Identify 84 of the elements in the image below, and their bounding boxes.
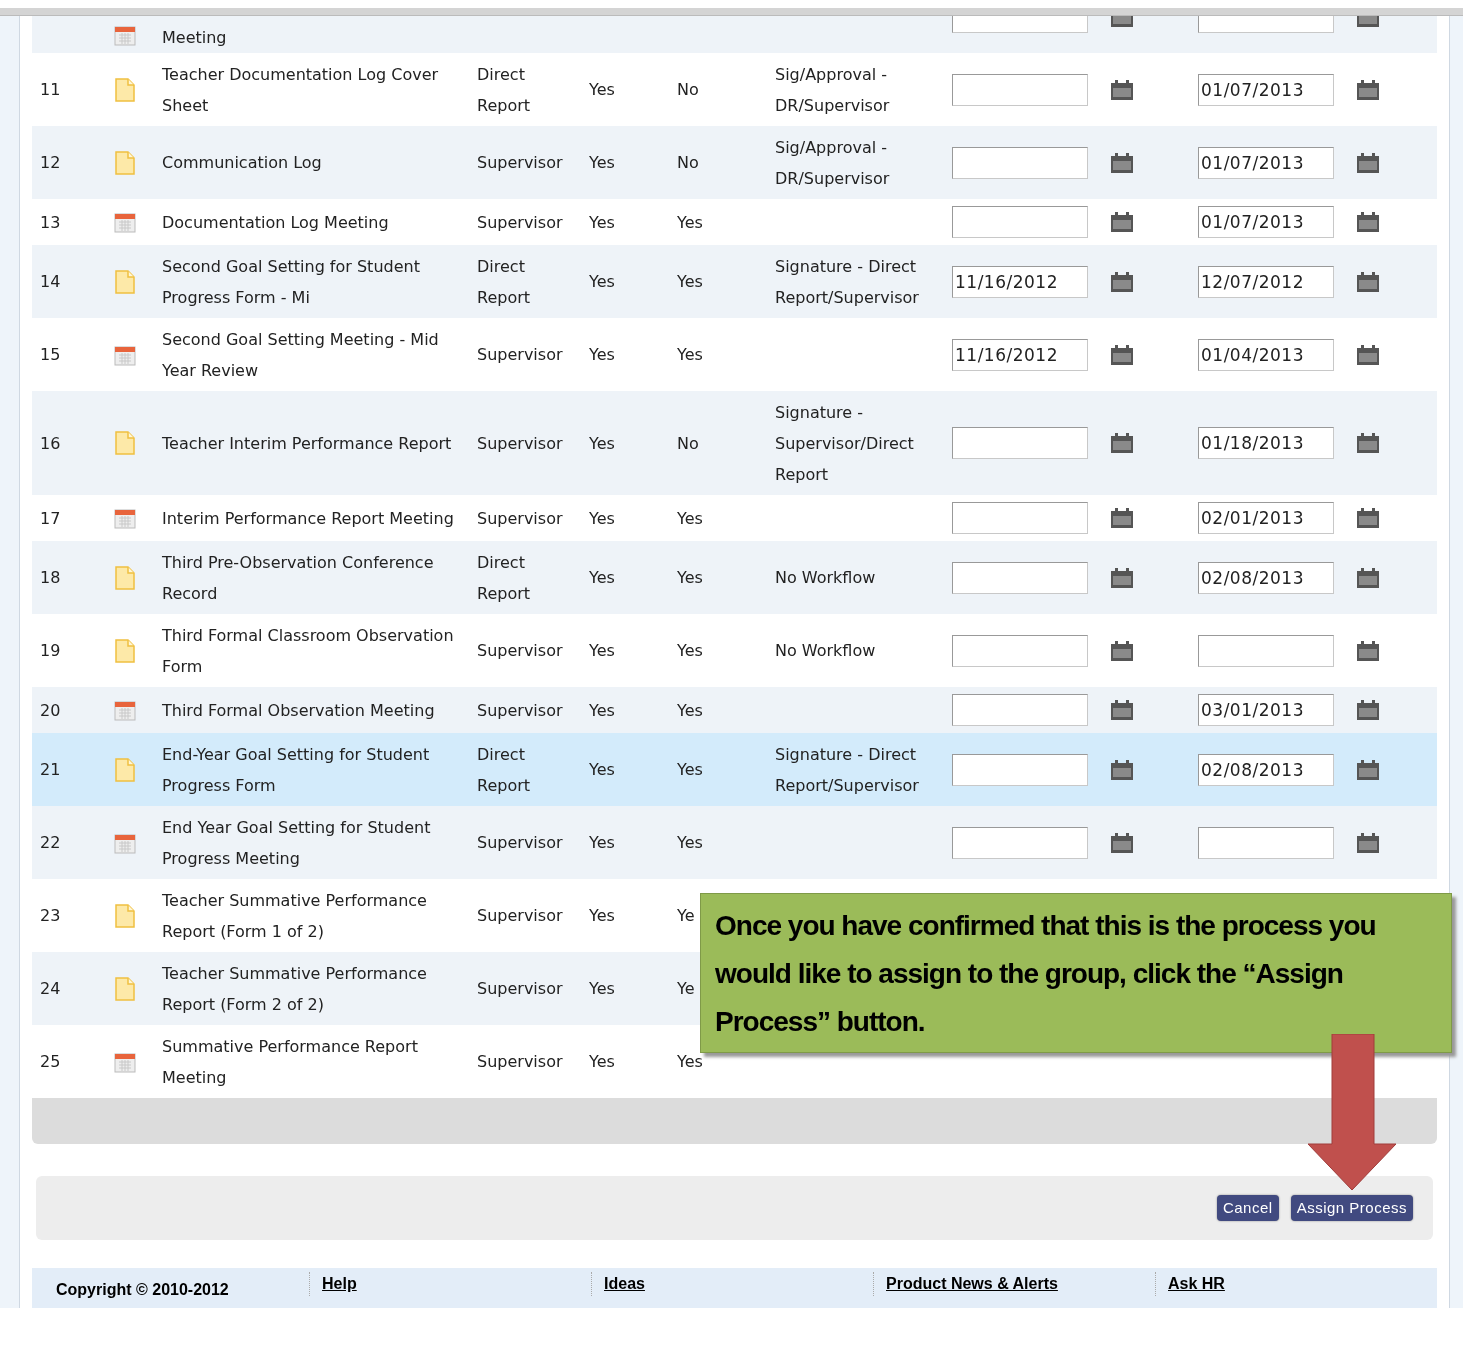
table-cell: Supervisor	[477, 153, 563, 172]
process-step-name: Third Formal Classroom Observation Form	[162, 625, 454, 676]
table-cell: Yes	[589, 833, 615, 852]
process-step-name: Summative Performance Report Meeting	[162, 1036, 418, 1087]
table-cell: Yes	[589, 80, 615, 99]
row-number: 25	[40, 1052, 61, 1071]
table-cell: Yes	[677, 641, 703, 660]
row-number: 24	[40, 979, 61, 998]
table-cell: Signature - Direct Report/Supervisor	[775, 744, 919, 795]
process-step-name: Teacher Summative Performance Report (Form 2 of 2)	[162, 963, 427, 1014]
process-step-name: Meeting	[162, 28, 227, 47]
process-step-name: Teacher Interim Performance Report	[162, 433, 452, 453]
table-cell: Yes	[677, 212, 703, 232]
row-number: 11	[40, 80, 61, 99]
table-cell: Direct Report	[477, 744, 531, 795]
table-cell: No Workflow	[775, 641, 876, 660]
process-step-name: Documentation Log Meeting	[162, 212, 389, 232]
process-step-name: Teacher Summative Performance Report (Form 1 of 2)	[162, 890, 427, 941]
table-cell: Yes	[589, 345, 615, 364]
table-cell: Yes	[589, 153, 615, 172]
table-cell: Yes	[589, 641, 615, 660]
row-number: 19	[40, 641, 61, 660]
table-cell: Yes	[677, 345, 703, 364]
process-step-name: End Year Goal Setting for Student Progress Meeting	[162, 817, 431, 868]
table-cell: Yes	[677, 760, 703, 779]
table-cell: Yes	[677, 700, 703, 720]
table-cell: Signature - Direct Report/Supervisor	[775, 256, 919, 307]
table-cell: No	[677, 433, 699, 453]
process-step-name: End-Year Goal Setting for Student Progress Form	[162, 744, 430, 795]
table-cell: Signature - Supervisor/Direct Report	[775, 402, 914, 484]
row-number: 18	[40, 568, 61, 587]
table-cell: Yes	[589, 508, 615, 528]
process-step-name: Second Goal Setting Meeting - Mid Year Review	[162, 329, 439, 380]
row-number: 23	[40, 906, 61, 925]
row-number: 21	[40, 760, 61, 779]
table-cell: Yes	[589, 1052, 615, 1071]
table-cell: Supervisor	[477, 641, 563, 660]
table-cell: Ye	[677, 979, 695, 998]
table-cell: Yes	[589, 272, 615, 291]
table-cell: Supervisor	[477, 833, 563, 852]
row-number: 20	[40, 700, 61, 720]
table-cell: Yes	[677, 833, 703, 852]
table-cell: Direct Report	[477, 552, 531, 603]
row-number: 22	[40, 833, 61, 852]
row-number: 16	[40, 433, 61, 453]
table-cell: No	[677, 80, 699, 99]
table-cell: Ye	[677, 906, 695, 925]
table-cell: Yes	[589, 568, 615, 587]
table-cell: Supervisor	[477, 979, 563, 998]
table-cell: Supervisor	[477, 212, 563, 232]
process-step-name: Communication Log	[162, 153, 322, 172]
table-cell: Yes	[677, 1052, 703, 1071]
table-cell: Direct Report	[477, 64, 531, 115]
table-cell: Yes	[589, 212, 615, 232]
table-cell: Sig/Approval - DR/Supervisor	[775, 137, 890, 188]
table-cell: Yes	[677, 272, 703, 291]
table-cell: Yes	[589, 760, 615, 779]
table-cell: Supervisor	[477, 700, 563, 720]
process-step-name: Third Formal Observation Meeting	[162, 700, 435, 720]
row-number: 17	[40, 508, 61, 528]
table-cell: Yes	[589, 433, 615, 453]
table-cell: Supervisor	[477, 345, 563, 364]
table-cell: Supervisor	[477, 906, 563, 925]
table-cell: Yes	[677, 508, 703, 528]
table-cell: Yes	[677, 568, 703, 587]
table-cell: Supervisor	[477, 433, 563, 453]
table-cell: Yes	[589, 979, 615, 998]
table-cell: Supervisor	[477, 508, 563, 528]
row-number: 15	[40, 345, 61, 364]
table-cell: No	[677, 153, 699, 172]
table-cell: Yes	[589, 700, 615, 720]
process-step-name: Third Pre-Observation Conference Record	[162, 552, 434, 603]
copyright-text: Copyright © 2010-2012	[56, 1281, 229, 1298]
row-number: 13	[40, 212, 61, 232]
table-cell: Direct Report	[477, 256, 531, 307]
row-number: 12	[40, 153, 61, 172]
process-step-name: Interim Performance Report Meeting	[162, 508, 454, 528]
process-step-name: Teacher Documentation Log Cover Sheet	[162, 64, 439, 115]
process-step-name: Second Goal Setting for Student Progress Form - Mi	[162, 256, 420, 307]
table-cell: Yes	[589, 906, 615, 925]
table-cell: No Workflow	[775, 568, 876, 587]
table-cell: Sig/Approval - DR/Supervisor	[775, 64, 890, 115]
row-number: 14	[40, 272, 61, 291]
table-cell: Supervisor	[477, 1052, 563, 1071]
